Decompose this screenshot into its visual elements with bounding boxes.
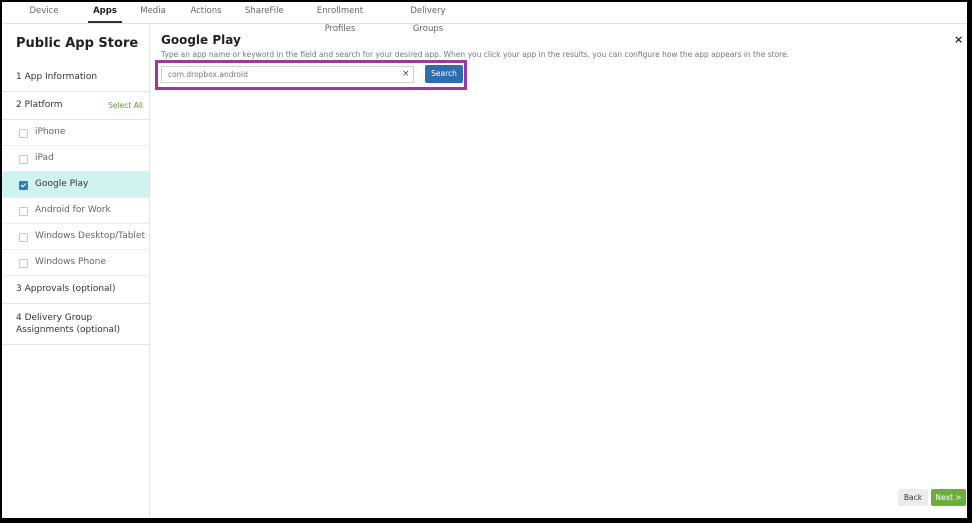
tab-sharefile[interactable]: ShareFile bbox=[245, 2, 284, 23]
top-navigation: Device Policies Apps Media Actions Share… bbox=[2, 2, 967, 34]
select-all-link[interactable]: Select All bbox=[108, 101, 143, 110]
platform-label: Windows Phone bbox=[35, 257, 106, 267]
platform-label: Google Play bbox=[35, 179, 89, 189]
tab-media[interactable]: Media bbox=[140, 2, 166, 23]
step-platform[interactable]: 2 Platform Select All bbox=[2, 92, 149, 120]
platform-label: iPad bbox=[35, 153, 54, 163]
tab-enrollment-profiles[interactable]: Enrollment Profiles bbox=[306, 2, 374, 34]
platform-windows-phone[interactable]: Windows Phone bbox=[2, 250, 149, 276]
platform-windows-desktop-tablet[interactable]: Windows Desktop/Tablet bbox=[2, 224, 149, 250]
platform-label: Windows Desktop/Tablet bbox=[35, 231, 145, 241]
page-description: Type an app name or keyword in the field… bbox=[161, 50, 790, 59]
back-button[interactable]: Back bbox=[898, 489, 928, 506]
highlight-box bbox=[155, 60, 467, 90]
platform-iphone[interactable]: iPhone bbox=[2, 120, 149, 146]
close-icon[interactable]: × bbox=[954, 33, 963, 46]
tab-apps[interactable]: Apps bbox=[88, 2, 122, 23]
tab-delivery-groups[interactable]: Delivery Groups bbox=[399, 2, 457, 34]
wizard-sidebar: Public App Store 1 App Information 2 Pla… bbox=[2, 24, 150, 518]
checkbox-google-play[interactable] bbox=[19, 181, 28, 190]
checkbox-iphone[interactable] bbox=[19, 129, 28, 138]
step-label: 1 App Information bbox=[16, 72, 98, 82]
step-label: 3 Approvals (optional) bbox=[16, 284, 116, 294]
platform-ipad[interactable]: iPad bbox=[2, 146, 149, 172]
step-label: 2 Platform bbox=[16, 100, 63, 110]
platform-android-for-work[interactable]: Android for Work bbox=[2, 198, 149, 224]
platform-google-play[interactable]: Google Play bbox=[2, 172, 149, 198]
page-title: Google Play bbox=[161, 33, 241, 47]
checkbox-windows-phone[interactable] bbox=[19, 259, 28, 268]
app-window: Device Policies Apps Media Actions Share… bbox=[2, 2, 967, 518]
platform-label: iPhone bbox=[35, 127, 66, 137]
tab-device-policies[interactable]: Device Policies bbox=[16, 2, 72, 34]
step-approvals[interactable]: 3 Approvals (optional) bbox=[2, 276, 149, 304]
step-app-information[interactable]: 1 App Information bbox=[2, 64, 149, 92]
next-button[interactable]: Next > bbox=[931, 489, 966, 506]
checkbox-android-for-work[interactable] bbox=[19, 207, 28, 216]
checkbox-ipad[interactable] bbox=[19, 155, 28, 164]
sidebar-title: Public App Store bbox=[16, 36, 139, 51]
tab-actions[interactable]: Actions bbox=[190, 2, 222, 23]
step-delivery-group-assignments[interactable]: 4 Delivery Group Assignments (optional) bbox=[2, 304, 149, 345]
checkbox-windows-desktop-tablet[interactable] bbox=[19, 233, 28, 242]
platform-label: Android for Work bbox=[35, 205, 111, 215]
step-label: 4 Delivery Group Assignments (optional) bbox=[16, 313, 121, 335]
